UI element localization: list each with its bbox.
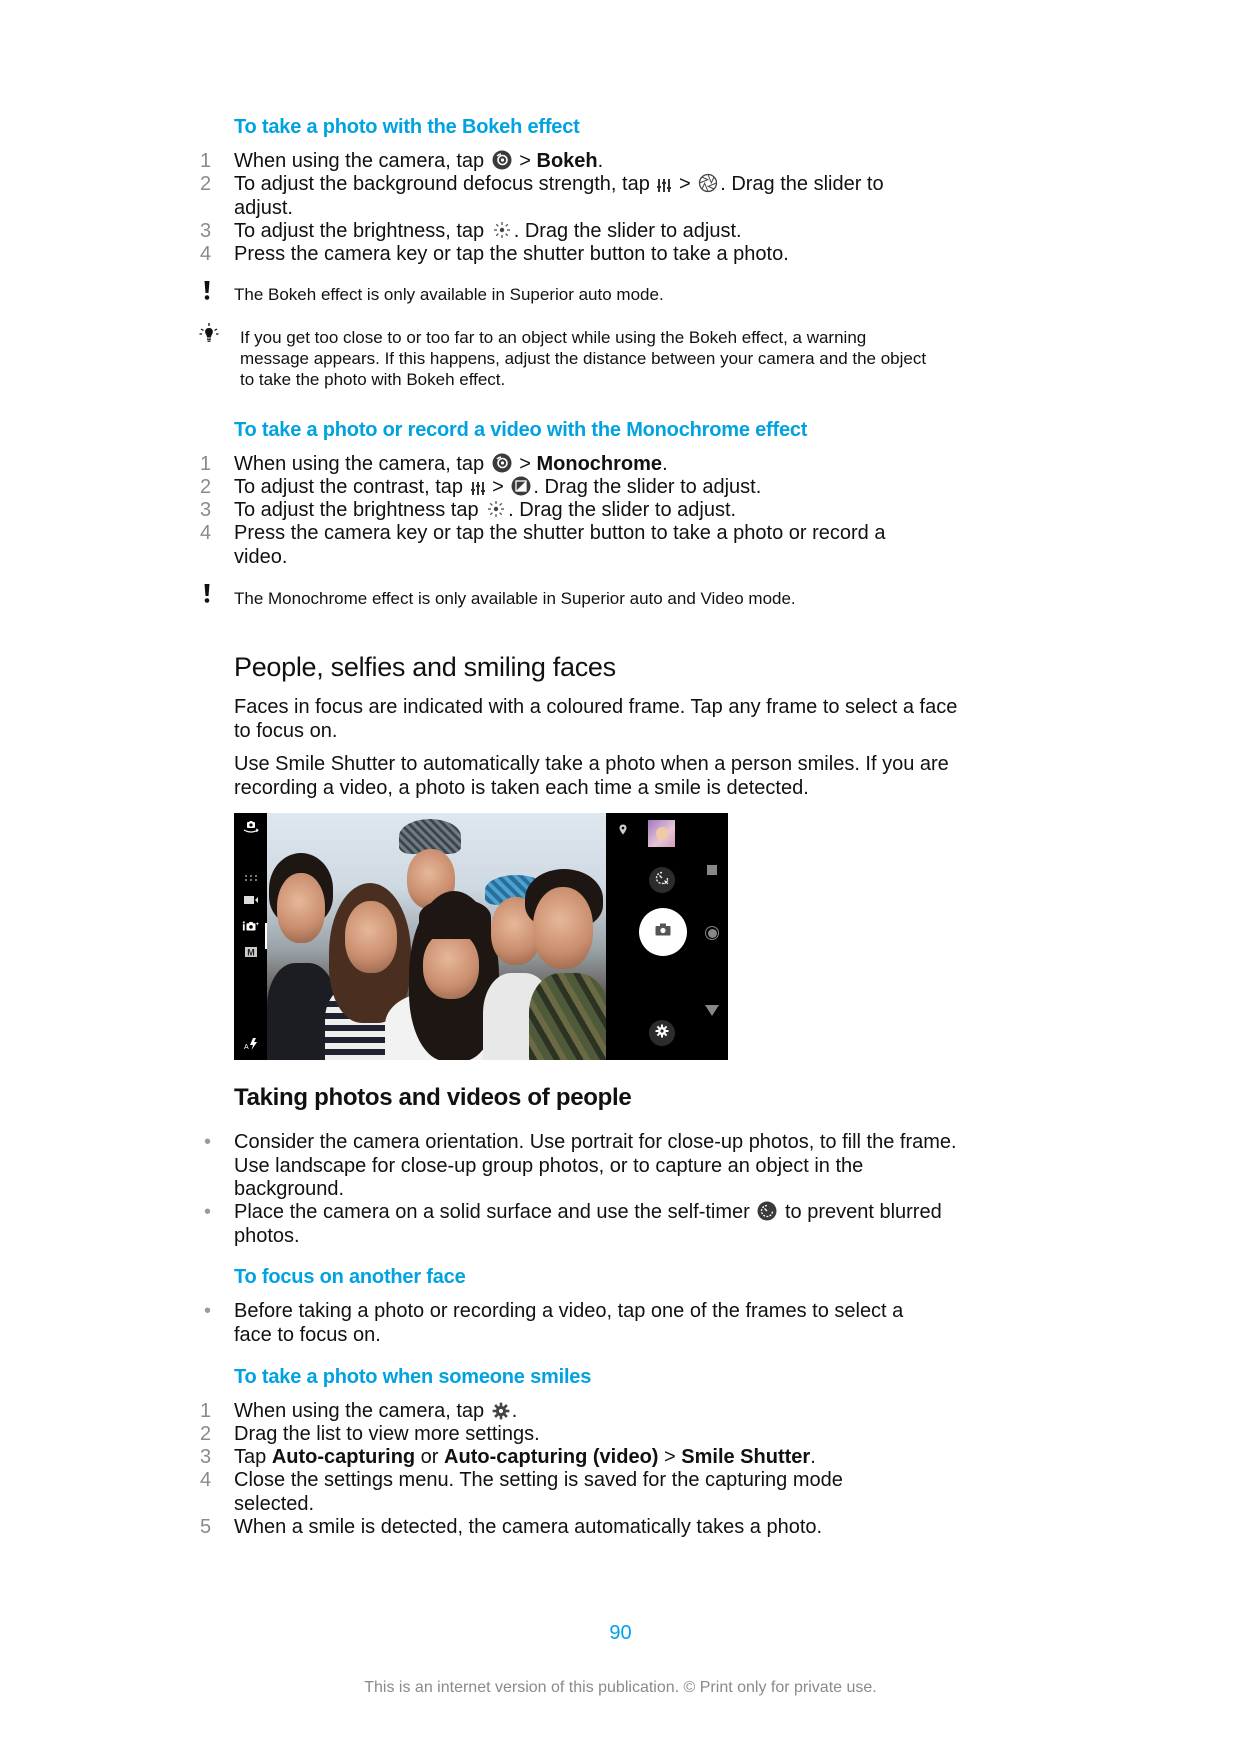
timer-off-icon [654, 870, 670, 891]
important-note-icon [202, 280, 212, 302]
monochrome-step-1: When using the camera, tap > Monochrome. [234, 453, 668, 475]
step-number: 2 [200, 476, 212, 498]
monochrome-step-3: To adjust the brightness tap . Drag the … [234, 499, 737, 521]
step-number: 3 [200, 220, 212, 242]
step-number: 3 [200, 499, 212, 521]
home-icon[interactable] [705, 926, 719, 940]
people-paragraph-2: Use Smile Shutter to automatically take … [234, 753, 949, 799]
people-section-heading: People, selfies and smiling faces [234, 652, 616, 682]
app-grid-icon[interactable] [242, 871, 260, 885]
step-number: 4 [200, 243, 212, 265]
brightness-icon [492, 220, 512, 240]
smile-step-5: When a smile is detected, the camera aut… [234, 1516, 823, 1538]
bokeh-step-1: When using the camera, tap > Bokeh. [234, 150, 604, 172]
camera-controls-panel [606, 813, 728, 1060]
person-face [423, 931, 479, 999]
focus-face-title: To focus on another face [234, 1266, 466, 1288]
gallery-thumbnail[interactable] [648, 820, 675, 847]
smile-step-3: Tap Auto-capturing or Auto-capturing (vi… [234, 1446, 816, 1468]
footer-notice: This is an internet version of this publ… [364, 1679, 877, 1696]
camera-mode-sidebar: M A [234, 813, 267, 1060]
person-face [277, 873, 325, 943]
back-icon[interactable] [705, 1005, 719, 1016]
adjust-sliders-icon [470, 480, 485, 496]
location-icon [619, 822, 627, 840]
step-number: 2 [200, 1423, 212, 1445]
tip-lightbulb-icon [198, 322, 220, 344]
step-number: 5 [200, 1516, 212, 1538]
camera-screenshot: M A [234, 813, 728, 1060]
effects-icon [492, 150, 512, 170]
auto-flash-icon[interactable]: A [242, 1037, 260, 1051]
switch-camera-icon[interactable] [242, 820, 260, 834]
adjust-sliders-icon [657, 177, 672, 193]
smile-step-1: When using the camera, tap . [234, 1400, 518, 1422]
superior-auto-icon[interactable] [242, 919, 260, 933]
selected-mode-indicator [265, 923, 267, 949]
settings-button[interactable] [649, 1020, 675, 1046]
svg-text:A: A [244, 1044, 249, 1051]
bokeh-tip: If you get too close to or too far to an… [240, 328, 927, 389]
recents-icon[interactable] [707, 865, 717, 875]
bullet-marker: • [204, 1300, 212, 1322]
bullet-marker: • [204, 1131, 212, 1153]
step-number: 1 [200, 1400, 212, 1422]
video-mode-icon[interactable] [242, 893, 260, 907]
page-number: 90 [609, 1622, 632, 1644]
shutter-button[interactable] [639, 908, 687, 956]
bullet-marker: • [204, 1201, 212, 1223]
selfie-viewfinder-photo [267, 813, 607, 1060]
monochrome-note: The Monochrome effect is only available … [234, 589, 796, 608]
monochrome-option: Monochrome [536, 453, 663, 475]
step-number: 2 [200, 173, 212, 195]
bokeh-note: The Bokeh effect is only available in Su… [234, 285, 664, 304]
step-number: 1 [200, 453, 212, 475]
timer-off-button[interactable] [649, 867, 675, 893]
step-number: 3 [200, 1446, 212, 1468]
smile-step-4: Close the settings menu. The setting is … [234, 1469, 843, 1515]
manual-mode-icon[interactable]: M [242, 945, 260, 959]
monochrome-section-title: To take a photo or record a video with t… [234, 419, 808, 441]
people-paragraph-1: Faces in focus are indicated with a colo… [234, 696, 958, 742]
person-bangs [419, 899, 491, 939]
smile-section-title: To take a photo when someone smiles [234, 1366, 592, 1388]
aperture-icon [698, 173, 718, 193]
bokeh-step-4: Press the camera key or tap the shutter … [234, 243, 789, 265]
bokeh-step-2: To adjust the background defocus strengt… [234, 173, 884, 219]
auto-capturing-video-option: Auto-capturing (video) [444, 1446, 659, 1468]
bokeh-step-3: To adjust the brightness, tap . Drag the… [234, 220, 742, 242]
step-text: When using the camera, tap [234, 150, 485, 172]
bokeh-section-title: To take a photo with the Bokeh effect [234, 116, 580, 138]
step-number: 1 [200, 150, 212, 172]
person-face [533, 887, 593, 969]
auto-capturing-option: Auto-capturing [271, 1446, 416, 1468]
person-face [345, 901, 397, 973]
smile-shutter-option: Smile Shutter [681, 1446, 811, 1468]
smile-step-2: Drag the list to view more settings. [234, 1423, 540, 1445]
monochrome-step-4: Press the camera key or tap the shutter … [234, 522, 886, 568]
taking-bullet-2: Place the camera on a solid surface and … [234, 1201, 942, 1247]
step-number: 4 [200, 522, 212, 544]
contrast-icon [511, 476, 531, 496]
camera-icon [655, 923, 671, 941]
settings-gear-icon [655, 1024, 669, 1043]
important-note-icon [202, 583, 212, 605]
settings-gear-icon [492, 1402, 510, 1420]
monochrome-step-2: To adjust the contrast, tap > . Drag the… [234, 476, 762, 498]
svg-text:M: M [247, 948, 255, 958]
taking-bullet-1: Consider the camera orientation. Use por… [234, 1131, 957, 1200]
focus-face-bullet: Before taking a photo or recording a vid… [234, 1300, 904, 1346]
bokeh-option: Bokeh [536, 150, 598, 172]
taking-photos-heading: Taking photos and videos of people [234, 1084, 632, 1111]
person-body [529, 973, 607, 1060]
brightness-icon [486, 499, 506, 519]
effects-icon [492, 453, 512, 473]
self-timer-icon [757, 1201, 777, 1221]
step-number: 4 [200, 1469, 212, 1491]
